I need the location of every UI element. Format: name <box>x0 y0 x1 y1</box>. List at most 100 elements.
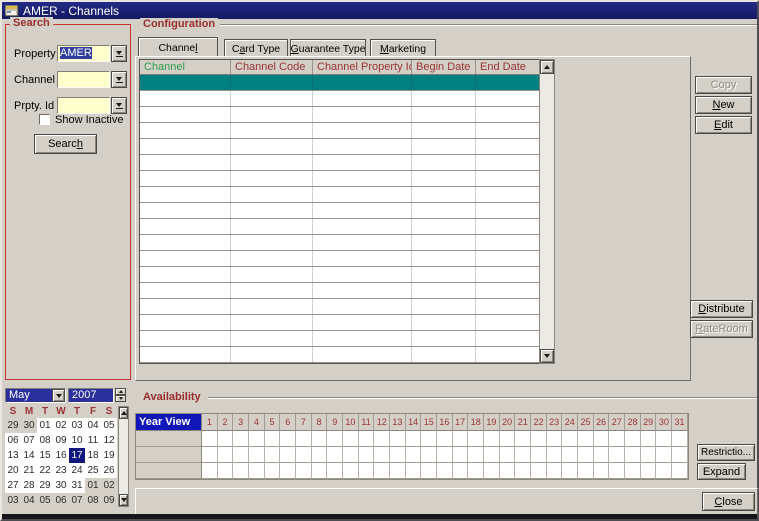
table-row[interactable] <box>140 155 539 171</box>
availability-cell[interactable] <box>249 447 265 463</box>
tab-guarantee-type[interactable]: Guarantee Type <box>290 39 366 57</box>
calendar-day[interactable]: 09 <box>101 493 117 508</box>
availability-cell[interactable] <box>578 447 594 463</box>
availability-cell[interactable] <box>406 447 422 463</box>
availability-cell[interactable] <box>312 463 328 479</box>
availability-cell[interactable] <box>500 463 516 479</box>
availability-cell[interactable] <box>453 463 469 479</box>
availability-cell[interactable] <box>609 463 625 479</box>
prpty-id-lov-button[interactable] <box>111 97 127 114</box>
new-button[interactable]: New <box>695 96 752 114</box>
table-row[interactable] <box>140 123 539 139</box>
availability-cell[interactable] <box>468 447 484 463</box>
table-row[interactable] <box>140 299 539 315</box>
availability-cell[interactable] <box>218 431 234 447</box>
calendar-day[interactable]: 29 <box>5 418 21 433</box>
availability-cell[interactable] <box>312 431 328 447</box>
availability-cell[interactable] <box>437 463 453 479</box>
table-row[interactable] <box>140 75 539 91</box>
availability-cell[interactable] <box>562 463 578 479</box>
availability-cell[interactable] <box>406 431 422 447</box>
availability-cell[interactable] <box>484 431 500 447</box>
property-lov-button[interactable] <box>111 45 127 62</box>
calendar-day[interactable]: 01 <box>37 418 53 433</box>
availability-cell[interactable] <box>641 463 657 479</box>
availability-cell[interactable] <box>515 463 531 479</box>
availability-cell[interactable] <box>500 431 516 447</box>
search-button[interactable]: Search <box>34 134 97 154</box>
table-row[interactable] <box>140 91 539 107</box>
availability-cell[interactable] <box>374 447 390 463</box>
availability-cell[interactable] <box>359 463 375 479</box>
calendar-day[interactable]: 05 <box>37 493 53 508</box>
availability-cell[interactable] <box>327 447 343 463</box>
availability-cell[interactable] <box>249 431 265 447</box>
availability-cell[interactable] <box>390 431 406 447</box>
channel-lov-button[interactable] <box>111 71 127 88</box>
table-row[interactable] <box>140 187 539 203</box>
availability-cell[interactable] <box>468 463 484 479</box>
availability-cell[interactable] <box>202 463 218 479</box>
availability-cell[interactable] <box>265 463 281 479</box>
calendar-scroll-up-button[interactable] <box>119 407 128 419</box>
calendar-day[interactable]: 10 <box>69 433 85 448</box>
availability-cell[interactable] <box>656 463 672 479</box>
availability-cell[interactable] <box>531 447 547 463</box>
year-view-header[interactable]: Year View <box>136 414 202 431</box>
availability-cell[interactable] <box>672 447 688 463</box>
availability-cell[interactable] <box>359 447 375 463</box>
availability-cell[interactable] <box>531 431 547 447</box>
copy-button[interactable]: Copy <box>695 76 752 94</box>
availability-cell[interactable] <box>609 447 625 463</box>
calendar-day[interactable]: 04 <box>21 493 37 508</box>
availability-cell[interactable] <box>359 431 375 447</box>
availability-cell[interactable] <box>343 463 359 479</box>
table-row[interactable] <box>140 283 539 299</box>
availability-cell[interactable] <box>296 447 312 463</box>
availability-cell[interactable] <box>312 447 328 463</box>
calendar-day[interactable]: 31 <box>69 478 85 493</box>
table-row[interactable] <box>140 171 539 187</box>
calendar-day[interactable]: 22 <box>37 463 53 478</box>
calendar-day[interactable]: 07 <box>21 433 37 448</box>
calendar-day[interactable]: 11 <box>85 433 101 448</box>
availability-cell[interactable] <box>249 463 265 479</box>
calendar-day[interactable]: 25 <box>85 463 101 478</box>
table-row[interactable] <box>140 267 539 283</box>
availability-cell[interactable] <box>547 447 563 463</box>
availability-cell[interactable] <box>390 463 406 479</box>
calendar-day[interactable]: 03 <box>69 418 85 433</box>
availability-cell[interactable] <box>233 431 249 447</box>
calendar-day[interactable]: 17 <box>69 448 85 463</box>
table-row[interactable] <box>140 219 539 235</box>
availability-cell[interactable] <box>296 431 312 447</box>
availability-cell[interactable] <box>594 447 610 463</box>
availability-cell[interactable] <box>296 463 312 479</box>
availability-cell[interactable] <box>327 463 343 479</box>
availability-cell[interactable] <box>484 447 500 463</box>
availability-cell[interactable] <box>515 431 531 447</box>
table-row[interactable] <box>140 315 539 331</box>
table-row[interactable] <box>140 139 539 155</box>
availability-cell[interactable] <box>280 463 296 479</box>
availability-cell[interactable] <box>265 447 281 463</box>
tab-card-type[interactable]: Card Type <box>224 39 288 57</box>
calendar-scroll-down-button[interactable] <box>119 494 128 506</box>
channel-input[interactable] <box>57 71 110 88</box>
availability-cell[interactable] <box>202 431 218 447</box>
year-spinner-down-button[interactable] <box>115 395 126 402</box>
calendar-month-combo[interactable]: May <box>5 388 66 403</box>
calendar-day[interactable]: 27 <box>5 478 21 493</box>
calendar-day[interactable]: 18 <box>85 448 101 463</box>
availability-cell[interactable] <box>421 431 437 447</box>
calendar-day[interactable]: 03 <box>5 493 21 508</box>
availability-cell[interactable] <box>453 431 469 447</box>
availability-cell[interactable] <box>327 431 343 447</box>
availability-cell[interactable] <box>484 463 500 479</box>
availability-cell[interactable] <box>280 447 296 463</box>
year-spinner-up-button[interactable] <box>115 388 126 395</box>
availability-cell[interactable] <box>609 431 625 447</box>
availability-cell[interactable] <box>406 463 422 479</box>
calendar-day[interactable]: 02 <box>101 478 117 493</box>
availability-cell[interactable] <box>562 447 578 463</box>
